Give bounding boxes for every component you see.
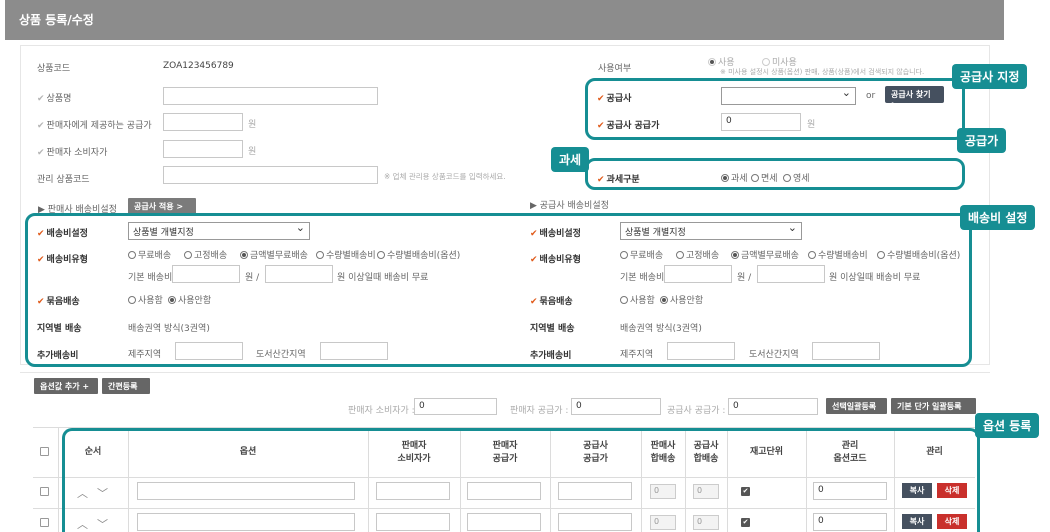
apply-supplier-button[interactable]: 공급사 적용 > — [128, 198, 196, 214]
row-checkbox[interactable] — [40, 487, 49, 496]
currency-label: 원 — [248, 120, 257, 130]
consumer-price-input[interactable] — [163, 140, 243, 158]
tax-tag: 과세 — [551, 147, 590, 172]
simple-register-button[interactable]: 간편등록 — [102, 378, 150, 394]
bulk-supplier-price-label: 공급사 공급가 : — [667, 406, 726, 416]
use-label: 사용여부 — [598, 64, 632, 74]
consumer-price-label: ✔ 판매자 소비자가 — [37, 148, 108, 158]
option-callout — [62, 428, 980, 532]
divider — [20, 372, 990, 373]
product-name-label: ✔ 상품명 — [37, 94, 72, 104]
supply-price-tag: 공급가 — [957, 128, 1007, 153]
currency-label-2: 원 — [248, 147, 257, 157]
shipping-tag: 배송비 설정 — [960, 205, 1036, 230]
tax-callout — [585, 158, 965, 190]
bulk-supplier-price-input[interactable]: 0 — [728, 398, 818, 415]
product-code-label: 상품코드 — [37, 64, 71, 74]
option-register-tag: 옵션 등록 — [975, 413, 1040, 438]
manage-code-input[interactable] — [163, 166, 378, 184]
product-code-value: ZOA123456789 — [163, 61, 234, 71]
supply-price-label: ✔ 판매자에게 제공하는 공급가 — [37, 121, 152, 131]
select-all-checkbox[interactable] — [40, 447, 49, 456]
use-note: ※ 미사용 설정시 상품(옵션) 판매, 상품(상품)에서 검색되지 않습니다. — [720, 68, 925, 76]
bulk-consumer-input[interactable]: 0 — [414, 398, 497, 415]
shipping-callout — [25, 213, 972, 367]
bulk-consumer-label: 판매자 소비자가 : — [348, 406, 415, 416]
manage-code-note: ※ 업체 관리용 상품코드를 입력하세요. — [384, 172, 506, 181]
page-header — [5, 0, 1004, 40]
bulk-seller-price-label: 판매자 공급가 : — [510, 406, 569, 416]
bulk-base-price-button[interactable]: 기본 단가 일괄등록 — [891, 398, 976, 414]
bulk-select-button[interactable]: 선택일괄등록 — [826, 398, 887, 414]
manage-code-label: 관리 상품코드 — [37, 175, 90, 185]
supplier-assign-tag: 공급사 지정 — [952, 64, 1028, 89]
add-option-button[interactable]: 옵션값 추가 + — [34, 378, 98, 394]
supply-price-input[interactable] — [163, 113, 243, 131]
col-divider — [58, 427, 59, 532]
row-checkbox[interactable] — [40, 518, 49, 527]
supplier-callout — [585, 78, 965, 140]
product-name-input[interactable] — [163, 87, 378, 105]
bulk-seller-price-input[interactable]: 0 — [571, 398, 661, 415]
page-title: 상품 등록/수정 — [19, 13, 94, 27]
supplier-shipping-title: ▶ 공급사 배송비설정 — [530, 201, 609, 211]
